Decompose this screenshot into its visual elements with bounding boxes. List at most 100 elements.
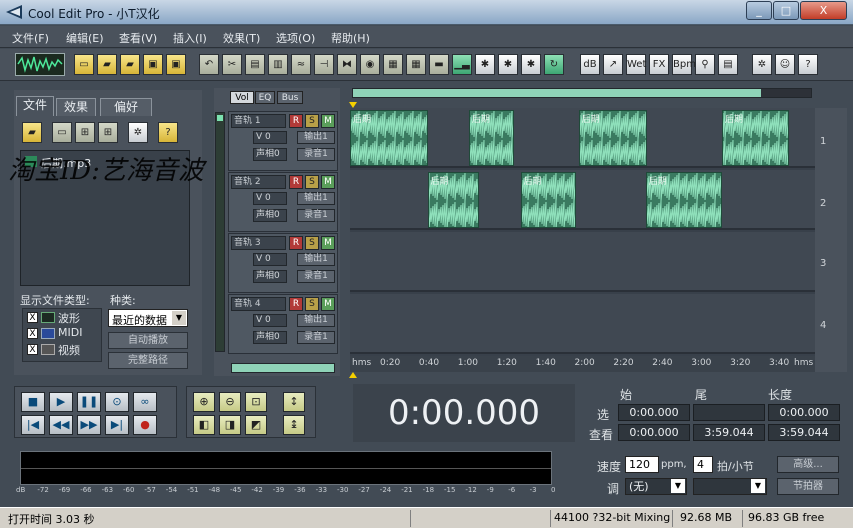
solo-button[interactable]: S <box>305 236 319 250</box>
zoom-selection-icon[interactable]: ◩ <box>245 415 267 435</box>
save-icon[interactable]: ▣ <box>143 54 163 75</box>
record-arm-button[interactable]: R <box>289 236 303 250</box>
close-file-icon[interactable]: ▭ <box>52 122 72 143</box>
snap-icon[interactable]: ✱ <box>498 54 518 75</box>
silence-icon[interactable]: ⧓ <box>337 54 357 75</box>
menu-edit[interactable]: 编辑(E) <box>66 30 104 46</box>
audio-clip[interactable]: 后期 <box>427 172 480 228</box>
mute-button[interactable]: M <box>321 236 335 250</box>
view-start-field[interactable]: 0:00.000 <box>618 424 690 441</box>
solo-button[interactable]: S <box>305 297 319 311</box>
forward-button[interactable]: ▶▶ <box>77 415 101 435</box>
zoom-out-icon[interactable]: ⊖ <box>219 392 241 412</box>
view-end-field[interactable]: 3:59.044 <box>693 424 765 441</box>
scroll-thumb[interactable] <box>217 115 223 121</box>
audio-clip[interactable]: 后期 <box>350 110 428 166</box>
tempo-icon[interactable]: ⚲ <box>695 54 715 75</box>
auto-play-button[interactable]: 自动播放 <box>108 332 188 349</box>
zoom-in-vertical-icon[interactable]: ↕ <box>283 392 305 412</box>
audio-clip[interactable]: 后期 <box>520 172 577 228</box>
new-file-icon[interactable]: ▭ <box>74 54 94 75</box>
overview-range[interactable] <box>353 89 761 97</box>
menu-effects[interactable]: 效果(T) <box>223 30 260 46</box>
zoom-in-icon[interactable]: ⊕ <box>193 392 215 412</box>
open-append-icon[interactable]: ▰ <box>120 54 140 75</box>
undo-icon[interactable]: ↶ <box>199 54 219 75</box>
volume-field[interactable]: V 0 <box>253 192 287 205</box>
tab-eq[interactable]: EQ <box>255 91 275 104</box>
insert-multitrack-icon[interactable]: ⊞ <box>98 122 118 143</box>
reverb-icon[interactable]: Wet <box>626 54 646 75</box>
go-start-button[interactable]: |◀ <box>21 415 45 435</box>
audio-clip[interactable]: 后期 <box>645 172 722 228</box>
track-name[interactable]: 音轨 2 <box>231 175 286 189</box>
record-arm-button[interactable]: R <box>289 297 303 311</box>
metronome-button[interactable]: 节拍器 <box>777 478 839 495</box>
open-file-icon[interactable]: ▰ <box>97 54 117 75</box>
open-folder-icon[interactable]: ▰ <box>22 122 42 143</box>
mute-button[interactable]: M <box>321 175 335 189</box>
tab-bus[interactable]: Bus <box>277 91 303 104</box>
volume-field[interactable]: V 0 <box>253 253 287 266</box>
multitrack-view[interactable]: 后期 后期 后期 后期 后期 后期 后期 <box>350 108 815 356</box>
audio-clip[interactable]: 后期 <box>578 110 648 166</box>
output-button[interactable]: 输出1 <box>297 131 335 144</box>
frequency-icon[interactable]: ▬ <box>429 54 449 75</box>
solo-button[interactable]: S <box>305 114 319 128</box>
insert-icon[interactable]: ⊞ <box>75 122 95 143</box>
pan-field[interactable]: 声相0 <box>253 331 287 344</box>
timeline-ruler[interactable]: hms 0:20 0:40 1:00 1:20 1:40 2:00 2:20 2:40 3:00 3… <box>350 356 815 372</box>
rewind-button[interactable]: ◀◀ <box>49 415 73 435</box>
record-arm-button[interactable]: R <box>289 114 303 128</box>
track-lane[interactable]: 后期 后期 后期 <box>350 170 815 230</box>
pan-field[interactable]: 声相0 <box>253 148 287 161</box>
time-signature-select[interactable]: ▼ <box>693 478 767 495</box>
chevron-down-icon[interactable]: ▼ <box>751 479 765 493</box>
pan-field[interactable]: 声相0 <box>253 209 287 222</box>
tab-preferences[interactable]: 偏好 <box>100 98 152 116</box>
track-name[interactable]: 音轨 4 <box>231 297 286 311</box>
track-name[interactable]: 音轨 1 <box>231 114 286 128</box>
beats-input[interactable]: 4 <box>693 456 713 473</box>
play-to-end-button[interactable]: ⊙ <box>105 392 129 412</box>
checkbox-video[interactable]: X <box>27 344 38 355</box>
menu-file[interactable]: 文件(F) <box>12 30 49 46</box>
noise-icon[interactable]: ◉ <box>360 54 380 75</box>
select-start-field[interactable]: 0:00.000 <box>618 404 690 421</box>
track-name[interactable]: 音轨 3 <box>231 236 286 250</box>
solo-button[interactable]: S <box>305 175 319 189</box>
menu-view[interactable]: 查看(V) <box>119 30 157 46</box>
zoom-full-icon[interactable]: ⊡ <box>245 392 267 412</box>
checkbox-wave[interactable]: X <box>27 312 38 323</box>
minimize-button[interactable]: _ <box>746 1 772 20</box>
volume-field[interactable]: V 0 <box>253 131 287 144</box>
cursor-marker-icon[interactable] <box>349 372 357 378</box>
chevron-down-icon[interactable]: ▼ <box>671 479 685 493</box>
key-select[interactable]: (无) ▼ <box>625 478 687 495</box>
menu-help[interactable]: 帮助(H) <box>331 30 370 46</box>
copy-icon[interactable]: ▤ <box>245 54 265 75</box>
zoom-right-icon[interactable]: ◨ <box>219 415 241 435</box>
pause-button[interactable]: ❚❚ <box>77 392 101 412</box>
go-end-button[interactable]: ▶| <box>105 415 129 435</box>
zoom-out-vertical-icon[interactable]: ↨ <box>283 415 305 435</box>
normalize-icon[interactable]: ↻ <box>544 54 564 75</box>
checkbox-midi[interactable]: X <box>27 328 38 339</box>
track-lane[interactable] <box>350 294 815 354</box>
panel-help-icon[interactable]: ? <box>158 122 178 143</box>
chevron-down-icon[interactable]: ▼ <box>172 311 186 325</box>
mix-icon[interactable]: ✱ <box>521 54 541 75</box>
waveform-toggle-icon[interactable] <box>15 53 65 76</box>
effects-icon[interactable]: ☺ <box>775 54 795 75</box>
amplify-icon[interactable]: dB <box>580 54 600 75</box>
audio-clip[interactable]: 后期 <box>722 110 790 166</box>
loop-icon[interactable]: ▦ <box>383 54 403 75</box>
view-length-field[interactable]: 3:59.044 <box>768 424 840 441</box>
speed-input[interactable]: 120 <box>625 456 659 473</box>
zoom-left-icon[interactable]: ◧ <box>193 415 215 435</box>
track-lane[interactable]: 后期 后期 后期 后期 <box>350 108 815 168</box>
record-input-button[interactable]: 录音1 <box>297 209 335 222</box>
help-icon[interactable]: ? <box>798 54 818 75</box>
maximize-button[interactable]: □ <box>773 1 799 20</box>
mute-button[interactable]: M <box>321 114 335 128</box>
